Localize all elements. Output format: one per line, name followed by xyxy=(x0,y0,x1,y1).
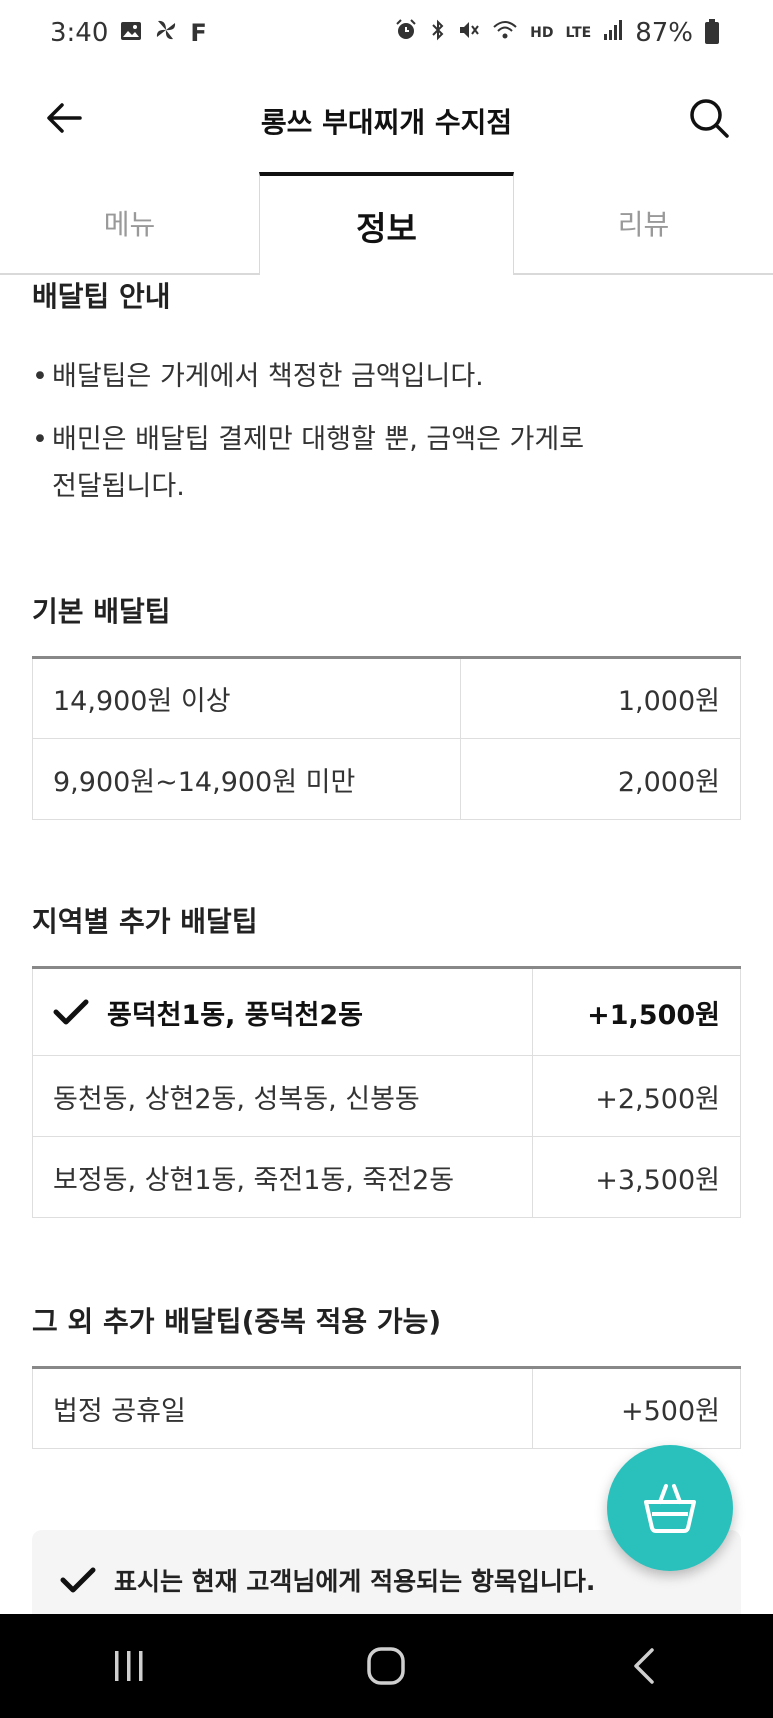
hd-voice-icon: HD xyxy=(530,24,554,41)
table-row: 9,900원~14,900원 미만 2,000원 xyxy=(32,738,741,820)
battery-icon xyxy=(705,19,719,44)
region-fee-table: 풍덕천1동, 풍덕천2동 +1,500원 동천동, 상현2동, 성복동, 신봉동… xyxy=(32,966,741,1218)
fee-area: 보정동, 상현1동, 죽전1동, 죽전2동 xyxy=(32,1136,533,1218)
table-row: 동천동, 상현2동, 성복동, 신봉동 +2,500원 xyxy=(32,1055,741,1137)
search-icon xyxy=(690,99,729,138)
bullet-item: 배달팁은 가게에서 책정한 금액입니다. xyxy=(32,353,741,400)
extra-fee-title: 그 외 추가 배달팁(중복 적용 가능) xyxy=(32,1305,442,1338)
tab-menu[interactable]: 메뉴 xyxy=(0,172,259,273)
check-icon xyxy=(60,1567,96,1593)
recent-apps-icon xyxy=(114,1651,143,1681)
arrow-left-icon xyxy=(47,103,82,133)
wifi-icon xyxy=(492,18,518,48)
facebook-icon: F xyxy=(190,19,207,47)
basic-fee-title: 기본 배달팁 xyxy=(32,595,171,628)
fee-amount: +500원 xyxy=(532,1367,741,1449)
image-icon xyxy=(120,18,142,48)
fee-amount: 2,000원 xyxy=(460,738,741,820)
check-icon xyxy=(53,999,89,1025)
fee-area-label: 풍덕천1동, 풍덕천2동 xyxy=(107,999,363,1031)
table-row: 보정동, 상현1동, 죽전1동, 죽전2동 +3,500원 xyxy=(32,1136,741,1218)
pinwheel-icon xyxy=(154,18,178,48)
recent-apps-button[interactable] xyxy=(69,1614,189,1718)
bluetooth-icon xyxy=(430,18,446,48)
fee-area: 풍덕천1동, 풍덕천2동 xyxy=(32,967,533,1056)
fee-area: 동천동, 상현2동, 성복동, 신봉동 xyxy=(32,1055,533,1137)
fee-amount: +2,500원 xyxy=(532,1055,741,1137)
table-row: 풍덕천1동, 풍덕천2동 +1,500원 xyxy=(32,967,741,1056)
home-button[interactable] xyxy=(326,1614,446,1718)
fee-amount: +1,500원 xyxy=(532,967,741,1056)
notice-text: 표시는 현재 고객님에게 적용되는 항목입니다. xyxy=(114,1567,596,1596)
delivery-info-title: 배달팁 안내 xyxy=(32,280,171,313)
battery-percent: 87% xyxy=(635,18,693,48)
extra-fee-table: 법정 공휴일 +500원 xyxy=(32,1366,741,1449)
tab-bar: 메뉴 정보 리뷰 xyxy=(0,172,773,275)
tab-review[interactable]: 리뷰 xyxy=(514,172,773,273)
table-row: 법정 공휴일 +500원 xyxy=(32,1367,741,1449)
region-fee-title: 지역별 추가 배달팁 xyxy=(32,905,258,938)
fee-condition: 법정 공휴일 xyxy=(32,1367,533,1449)
back-nav-button[interactable] xyxy=(584,1614,704,1718)
fee-condition: 9,900원~14,900원 미만 xyxy=(32,738,461,820)
basic-fee-table: 14,900원 이상 1,000원 9,900원~14,900원 미만 2,00… xyxy=(32,656,741,820)
tab-info[interactable]: 정보 xyxy=(259,172,514,275)
system-nav-bar xyxy=(0,1614,773,1718)
status-time: 3:40 xyxy=(50,18,109,48)
basket-icon xyxy=(644,1484,696,1533)
cart-button[interactable] xyxy=(607,1445,733,1571)
info-content: 배달팁 안내 배달팁은 가게에서 책정한 금액입니다. 배민은 배달팁 결제만 … xyxy=(32,275,741,1449)
status-bar: 3:40 F HD LTE 87% xyxy=(0,0,773,66)
status-right: HD LTE 87% xyxy=(394,18,719,48)
app-header: 롱쓰 부대찌개 수지점 xyxy=(0,66,773,176)
fee-amount: +3,500원 xyxy=(532,1136,741,1218)
table-row: 14,900원 이상 1,000원 xyxy=(32,657,741,739)
bullet-item: 배민은 배달팁 결제만 대행할 뿐, 금액은 가게로 전달됩니다. xyxy=(32,416,741,510)
signal-icon xyxy=(603,18,623,48)
delivery-info-bullets: 배달팁은 가게에서 책정한 금액입니다. 배민은 배달팁 결제만 대행할 뿐, … xyxy=(32,353,741,510)
back-button[interactable] xyxy=(36,90,92,146)
chevron-left-icon xyxy=(634,1648,654,1684)
home-icon xyxy=(367,1647,406,1685)
page-title: 롱쓰 부대찌개 수지점 xyxy=(260,106,513,139)
mute-icon xyxy=(458,18,480,48)
status-left: 3:40 F xyxy=(50,18,207,48)
lte-icon: LTE xyxy=(565,24,592,41)
fee-amount: 1,000원 xyxy=(460,657,741,739)
alarm-icon xyxy=(394,18,418,48)
fee-condition: 14,900원 이상 xyxy=(32,657,461,739)
search-button[interactable] xyxy=(681,90,737,146)
